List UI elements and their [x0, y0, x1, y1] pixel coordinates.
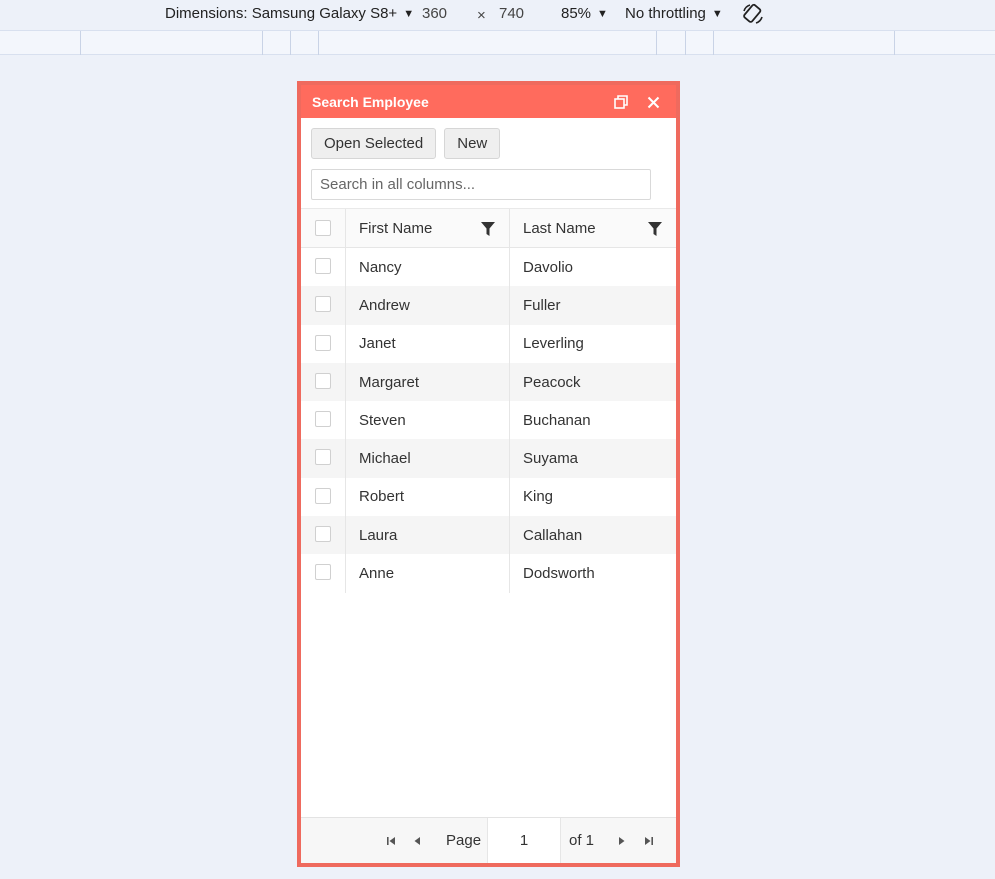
column-label: First Name	[359, 219, 433, 237]
column-label: Last Name	[523, 219, 596, 237]
last-name-cell: Davolio	[523, 258, 574, 276]
ruler-tick	[894, 31, 895, 55]
table-row[interactable]: Steven Buchanan	[301, 401, 676, 440]
dimensions-label: Dimensions: Samsung Galaxy S8+	[165, 5, 398, 22]
first-page-icon[interactable]	[386, 818, 396, 863]
row-checkbox-cell	[301, 324, 346, 363]
last-name-cell: Peacock	[523, 373, 581, 391]
row-checkbox-cell	[301, 401, 346, 440]
chevron-down-icon: ▼	[597, 8, 608, 20]
ruler-tick	[685, 31, 686, 55]
chevron-down-icon: ▼	[403, 8, 415, 20]
devtools-toolbar: Dimensions: Samsung Galaxy S8+ ▼ 360 × 74…	[0, 0, 995, 30]
filter-icon[interactable]	[481, 221, 495, 237]
last-name-cell: Suyama	[523, 450, 579, 468]
filter-icon[interactable]	[648, 221, 662, 237]
row-checkbox[interactable]	[315, 372, 331, 389]
rotate-icon[interactable]	[741, 2, 765, 26]
last-name-cell: Dodsworth	[523, 565, 595, 583]
row-checkbox-cell	[301, 439, 346, 478]
throttling-dropdown[interactable]: No throttling ▼	[625, 5, 723, 22]
row-checkbox-cell	[301, 362, 346, 402]
table-row[interactable]: Michael Suyama	[301, 439, 676, 478]
row-checkbox[interactable]	[315, 258, 331, 274]
row-checkbox-cell	[301, 516, 346, 555]
column-header-first-name[interactable]: First Name	[346, 209, 510, 247]
first-name-cell: Robert	[346, 477, 510, 517]
first-name-cell: Nancy	[346, 248, 510, 287]
table-row[interactable]: Anne Dodsworth	[301, 554, 676, 593]
ruler-tick	[713, 31, 714, 55]
first-name-cell: Janet	[346, 324, 510, 363]
dimensions-dropdown[interactable]: Dimensions: Samsung Galaxy S8+ ▼	[165, 5, 414, 22]
grid-pager: Page 1 of 1	[301, 817, 676, 863]
new-button[interactable]: New	[444, 128, 501, 159]
row-checkbox-cell	[301, 286, 346, 325]
throttling-label: No throttling	[625, 5, 706, 22]
row-checkbox-cell	[301, 248, 346, 287]
zoom-dropdown[interactable]: 85% ▼	[561, 5, 608, 22]
first-name-cell: Steven	[346, 401, 510, 440]
header-checkbox-cell	[301, 209, 346, 247]
row-checkbox-cell	[301, 554, 346, 593]
row-checkbox[interactable]	[315, 564, 331, 581]
first-name-cell: Andrew	[346, 286, 510, 325]
employee-grid: First Name Last Name Nancy Davolio Andre…	[301, 208, 676, 593]
row-checkbox[interactable]	[315, 487, 331, 504]
page-count-label: of 1	[569, 832, 595, 849]
row-checkbox-cell	[301, 477, 346, 517]
last-name-cell: Buchanan	[523, 411, 591, 429]
row-checkbox[interactable]	[315, 411, 331, 428]
dialog-header[interactable]: Search Employee	[301, 85, 676, 118]
column-header-last-name[interactable]: Last Name	[510, 209, 676, 247]
table-row[interactable]: Margaret Peacock	[301, 362, 676, 402]
row-checkbox[interactable]	[315, 296, 331, 313]
row-checkbox[interactable]	[315, 526, 331, 543]
last-name-cell: Callahan	[523, 526, 583, 544]
last-name-cell: Fuller	[523, 296, 561, 314]
grid-header: First Name Last Name	[301, 208, 676, 248]
dialog-toolbar: Open Selected New	[311, 128, 501, 159]
width-field[interactable]: 360	[422, 5, 447, 22]
ruler-tick	[290, 31, 291, 55]
page-number-input[interactable]: 1	[487, 818, 561, 863]
media-query-ruler	[0, 30, 995, 55]
times-sign: ×	[477, 7, 486, 24]
first-name-cell: Laura	[346, 516, 510, 555]
height-field[interactable]: 740	[499, 5, 524, 22]
last-name-cell: King	[523, 488, 554, 506]
search-input[interactable]: Search in all columns...	[311, 169, 651, 200]
ruler-tick	[656, 31, 657, 55]
ruler-tick	[262, 31, 263, 55]
ruler-tick	[80, 31, 81, 55]
row-checkbox[interactable]	[315, 334, 331, 351]
close-icon[interactable]	[644, 93, 662, 111]
first-name-cell: Margaret	[346, 362, 510, 402]
select-all-checkbox[interactable]	[315, 220, 331, 236]
chevron-down-icon: ▼	[711, 8, 723, 20]
previous-page-icon[interactable]	[413, 818, 421, 863]
table-row[interactable]: Andrew Fuller	[301, 286, 676, 325]
table-row[interactable]: Janet Leverling	[301, 324, 676, 363]
last-page-icon[interactable]	[644, 818, 654, 863]
table-row[interactable]: Laura Callahan	[301, 516, 676, 555]
open-selected-button[interactable]: Open Selected	[311, 128, 437, 159]
next-page-icon[interactable]	[618, 818, 626, 863]
zoom-label: 85%	[561, 5, 592, 22]
row-checkbox[interactable]	[315, 449, 331, 466]
first-name-cell: Michael	[346, 439, 510, 478]
last-name-cell: Leverling	[523, 335, 584, 353]
restore-icon[interactable]	[612, 93, 630, 111]
first-name-cell: Anne	[346, 554, 510, 593]
table-row[interactable]: Nancy Davolio	[301, 248, 676, 287]
ruler-tick	[318, 31, 319, 55]
table-row[interactable]: Robert King	[301, 477, 676, 517]
search-employee-dialog: Search Employee Open Selected New Search…	[297, 81, 680, 867]
page-label: Page	[446, 832, 482, 849]
